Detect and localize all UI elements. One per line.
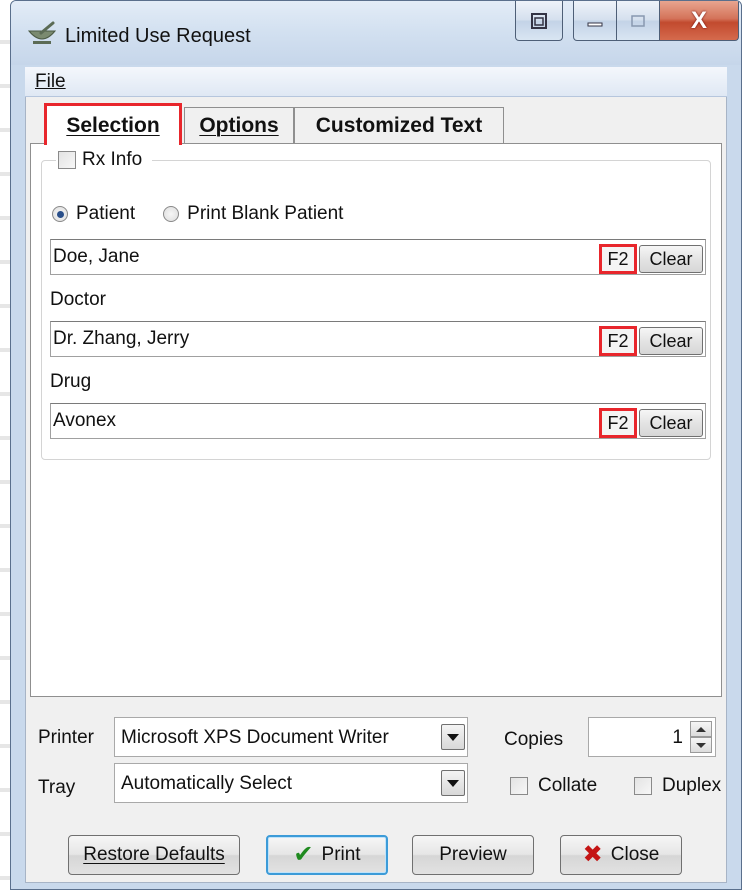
close-icon: ✖ (582, 841, 603, 868)
collate-option[interactable]: Collate (510, 775, 597, 797)
printer-select[interactable]: Microsoft XPS Document Writer (114, 717, 468, 757)
maximize-icon (631, 14, 645, 27)
rx-info-legend: Rx Info (56, 149, 153, 171)
doctor-clear-button[interactable]: Clear (639, 327, 703, 355)
doctor-value: Dr. Zhang, Jerry (53, 328, 190, 349)
tray-select[interactable]: Automatically Select (114, 763, 468, 803)
restore-window-button[interactable] (515, 1, 563, 41)
rx-info-group: Rx Info Patient Print Blank Patient Doe,… (41, 149, 711, 460)
spin-up-icon[interactable] (690, 721, 712, 737)
preview-button[interactable]: Preview (412, 835, 534, 875)
spin-down-icon[interactable] (690, 737, 712, 753)
mortar-pestle-icon (27, 21, 57, 44)
copies-value: 1 (672, 727, 683, 748)
doctor-field[interactable]: Dr. Zhang, Jerry F2 Clear (50, 321, 706, 357)
checkmark-icon: ✔ (293, 841, 314, 868)
preview-label: Preview (439, 844, 507, 865)
collate-checkbox[interactable] (510, 777, 528, 795)
tab-customized-text-label: Customized Text (315, 113, 483, 137)
selection-tab-panel: Rx Info Patient Print Blank Patient Doe,… (30, 143, 722, 697)
chevron-down-icon[interactable] (441, 770, 465, 796)
restore-defaults-button[interactable]: Restore Defaults (68, 835, 240, 875)
print-label: Print (321, 844, 361, 865)
limited-use-request-window: Limited Use Request X File Selection Opt… (10, 0, 742, 890)
window-title: Limited Use Request (65, 25, 251, 47)
patient-clear-button[interactable]: Clear (639, 245, 703, 273)
doctor-lookup-button[interactable]: F2 (599, 326, 637, 356)
rx-info-label: Rx Info (82, 149, 143, 170)
printer-label: Printer (38, 727, 94, 748)
print-blank-patient-label: Print Blank Patient (187, 203, 344, 224)
print-blank-patient-radio[interactable] (163, 206, 180, 222)
rx-info-checkbox[interactable] (58, 151, 76, 169)
tab-selection-label: Selection (66, 113, 160, 137)
drug-label: Drug (50, 371, 92, 392)
minimize-icon (587, 22, 603, 26)
duplex-option[interactable]: Duplex (634, 775, 721, 797)
patient-radio-label: Patient (76, 203, 136, 224)
patient-lookup-button[interactable]: F2 (599, 244, 637, 274)
tray-label: Tray (38, 777, 76, 798)
maximize-button[interactable] (616, 1, 660, 41)
drug-value: Avonex (53, 410, 117, 431)
close-icon: X (690, 6, 707, 34)
copies-label: Copies (504, 729, 564, 750)
tab-customized-text[interactable]: Customized Text (294, 107, 504, 143)
title-bar[interactable]: Limited Use Request X (11, 1, 741, 65)
patient-radio-group: Patient Print Blank Patient (52, 203, 343, 225)
minimize-button[interactable] (573, 1, 617, 41)
tab-selection[interactable]: Selection (44, 103, 182, 145)
client-area: Selection Options Customized Text Rx Inf… (25, 97, 727, 883)
print-button[interactable]: ✔ Print (266, 835, 388, 875)
collate-label: Collate (538, 775, 598, 796)
copies-stepper[interactable]: 1 (588, 717, 716, 757)
duplex-checkbox[interactable] (634, 777, 652, 795)
printer-value: Microsoft XPS Document Writer (121, 727, 389, 748)
close-button[interactable]: ✖ Close (560, 835, 682, 875)
doctor-label: Doctor (50, 289, 106, 310)
close-window-button[interactable]: X (659, 1, 739, 41)
menu-file-label: File (35, 71, 66, 92)
duplex-label: Duplex (662, 775, 722, 796)
restore-defaults-label: Restore Defaults (83, 844, 225, 865)
chevron-down-icon[interactable] (441, 724, 465, 750)
menu-bar: File (25, 67, 727, 97)
tray-value: Automatically Select (121, 773, 293, 794)
restore-icon (531, 12, 547, 29)
drug-lookup-button[interactable]: F2 (599, 408, 637, 438)
patient-field[interactable]: Doe, Jane F2 Clear (50, 239, 706, 275)
drug-clear-button[interactable]: Clear (639, 409, 703, 437)
close-label: Close (610, 844, 660, 865)
menu-file[interactable]: File (35, 71, 66, 93)
tab-options-label: Options (199, 113, 279, 137)
patient-value: Doe, Jane (53, 246, 140, 267)
drug-field[interactable]: Avonex F2 Clear (50, 403, 706, 439)
tab-options[interactable]: Options (184, 107, 294, 143)
patient-radio[interactable] (52, 206, 68, 222)
